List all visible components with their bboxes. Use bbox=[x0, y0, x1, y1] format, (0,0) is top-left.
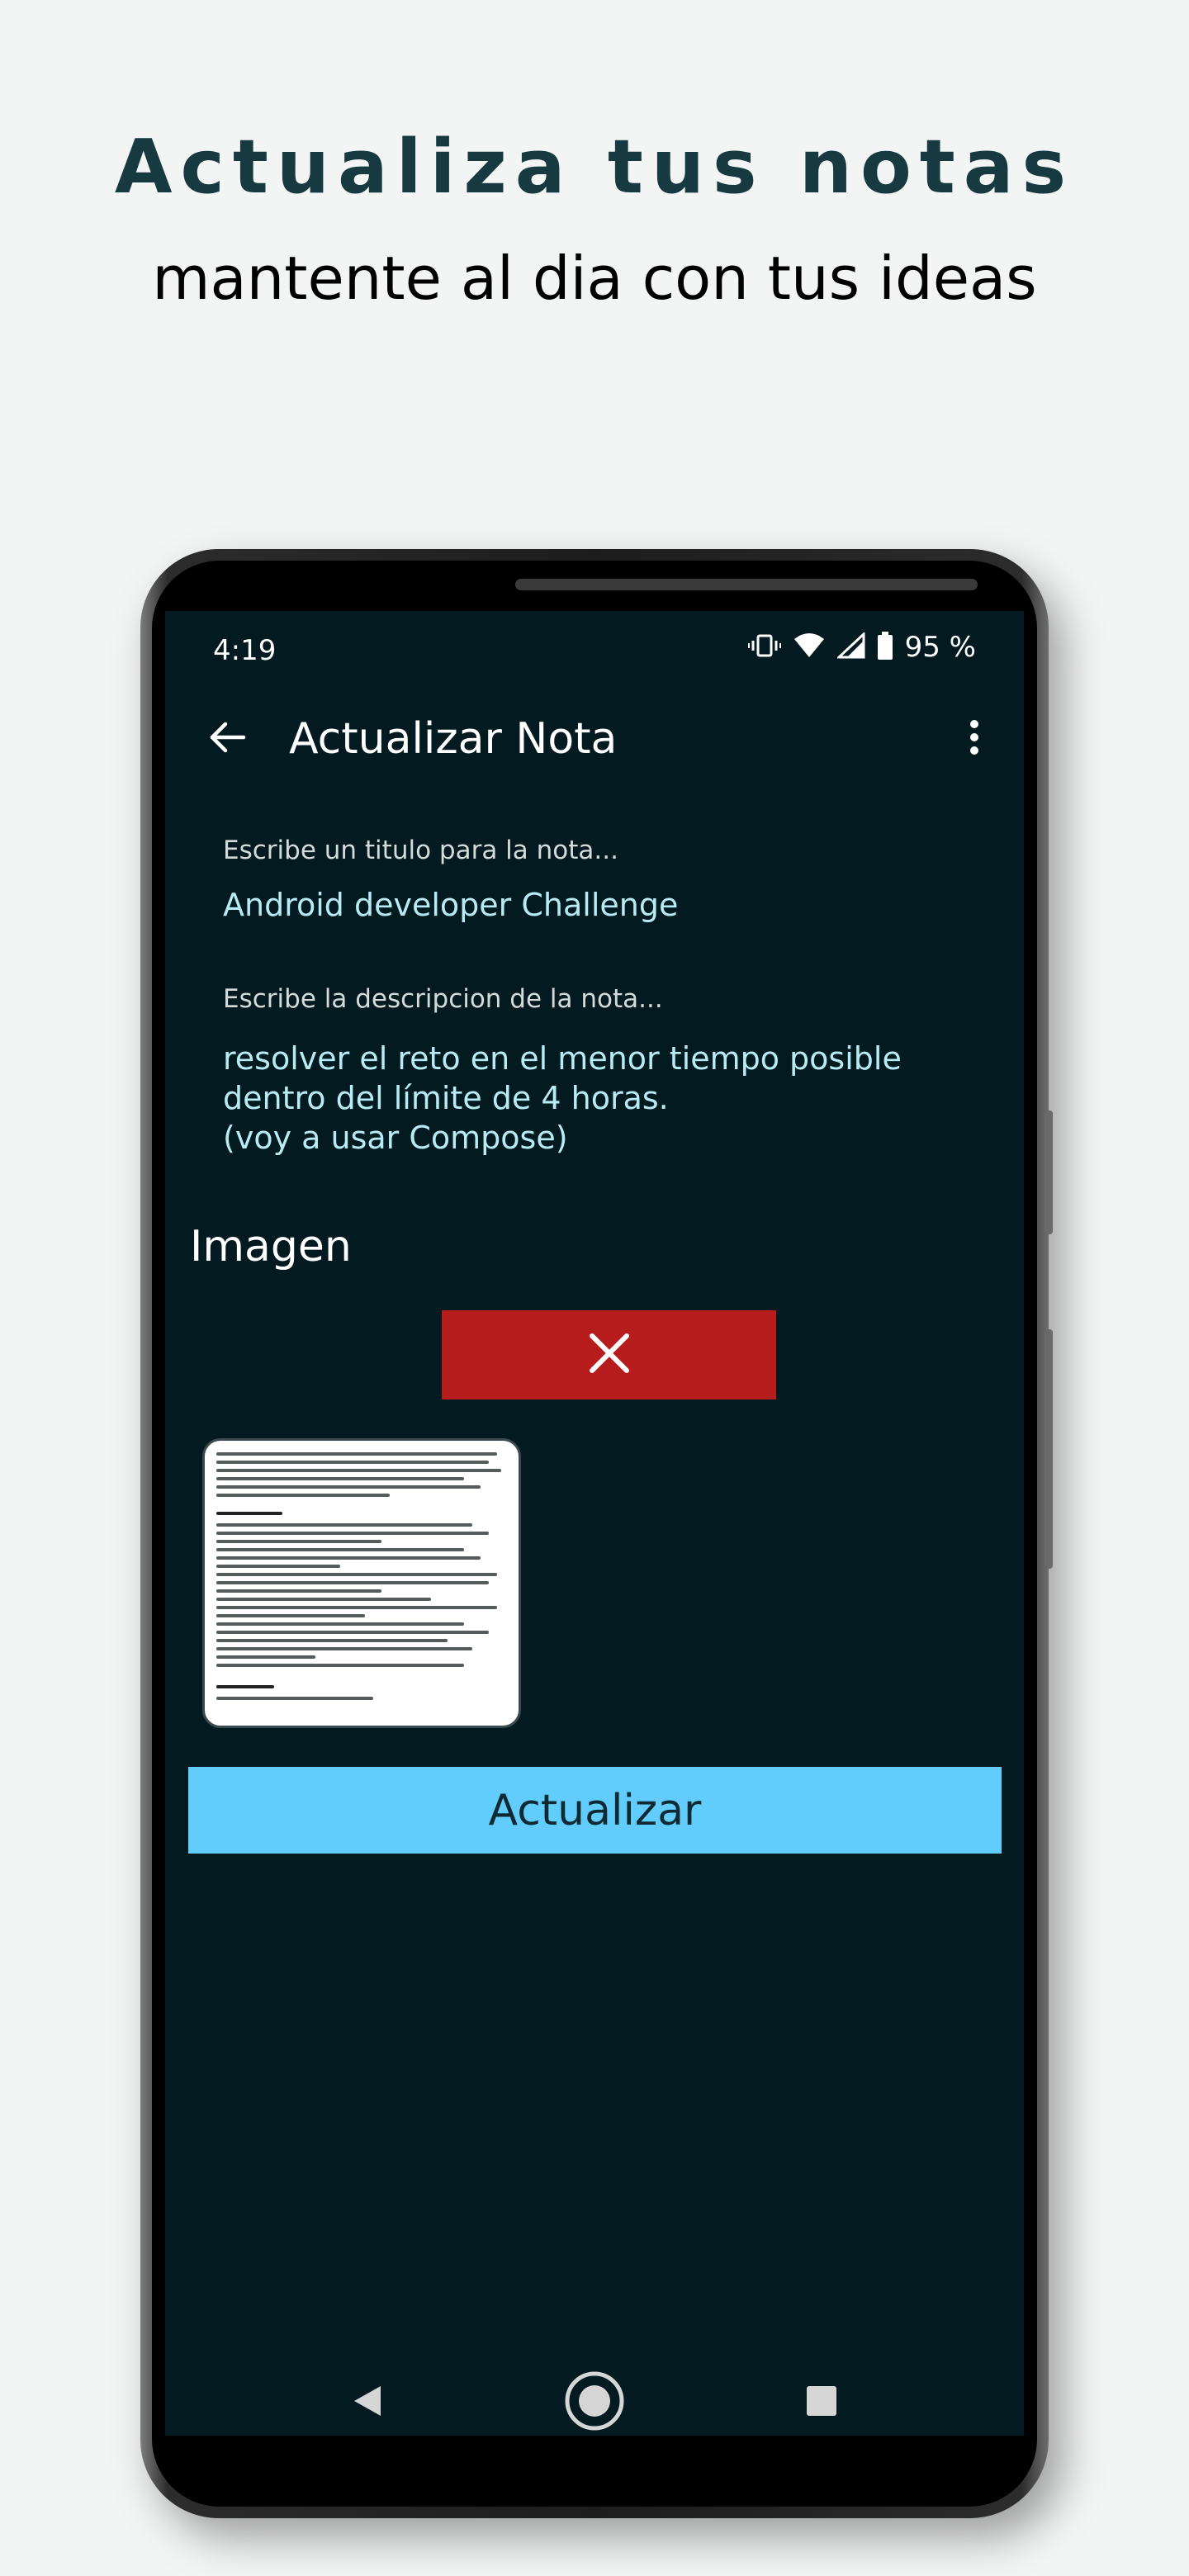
thumbnail-text-line bbox=[216, 1477, 464, 1480]
promo-headline: Actualiza tus notas bbox=[114, 124, 1075, 211]
thumbnail-text-line bbox=[216, 1581, 489, 1584]
more-vert-icon bbox=[969, 719, 980, 759]
app-bar-title: Actualizar Nota bbox=[289, 714, 618, 764]
thumbnail-text-line bbox=[216, 1614, 365, 1617]
thumbnail-text-line bbox=[216, 1647, 472, 1650]
battery-percentage: 95 % bbox=[904, 631, 976, 664]
thumbnail-text-line bbox=[216, 1461, 489, 1464]
vibrate-icon bbox=[747, 633, 781, 661]
overflow-menu-button[interactable] bbox=[950, 710, 999, 768]
thumbnail-text-line bbox=[216, 1606, 497, 1609]
thumbnail-text-line bbox=[216, 1494, 390, 1497]
nav-back-button[interactable] bbox=[330, 2370, 405, 2436]
thumbnail-text-line bbox=[216, 1589, 381, 1593]
thumbnail-text-line bbox=[216, 1573, 497, 1576]
thumbnail-heading-line bbox=[216, 1512, 282, 1515]
remove-image-button[interactable] bbox=[442, 1310, 776, 1399]
thumbnail-text-line bbox=[216, 1622, 464, 1626]
thumbnail-text-line bbox=[216, 1469, 501, 1472]
note-description-label: Escribe la descripcion de la nota... bbox=[223, 984, 663, 1014]
phone-speaker bbox=[515, 579, 978, 590]
volume-button bbox=[1045, 1110, 1053, 1234]
thumbnail-text-line bbox=[216, 1565, 340, 1568]
back-button[interactable] bbox=[198, 710, 256, 768]
thumbnail-text-line bbox=[216, 1485, 481, 1489]
wifi-icon bbox=[793, 632, 826, 662]
thumbnail-text-line bbox=[216, 1452, 497, 1456]
thumbnail-text-line bbox=[216, 1523, 472, 1527]
power-button bbox=[1045, 1329, 1053, 1569]
note-description-input[interactable]: resolver el reto en el menor tiempo posi… bbox=[223, 1039, 983, 1158]
image-section-title: Imagen bbox=[190, 1222, 352, 1271]
thumbnail-text-line bbox=[216, 1540, 381, 1543]
thumbnail-text-line bbox=[216, 1532, 489, 1535]
nav-home-icon bbox=[563, 2370, 626, 2436]
status-time: 4:19 bbox=[213, 634, 277, 667]
thumbnail-text-line bbox=[216, 1631, 489, 1634]
close-icon bbox=[587, 1331, 632, 1379]
attached-image-thumbnail[interactable] bbox=[202, 1438, 521, 1728]
thumbnail-text-line bbox=[216, 1655, 315, 1659]
nav-recents-button[interactable] bbox=[784, 2370, 859, 2436]
nav-back-icon bbox=[351, 2383, 384, 2422]
update-button[interactable]: Actualizar bbox=[188, 1767, 1002, 1854]
thumbnail-text-line bbox=[216, 1598, 431, 1601]
system-navigation-bar bbox=[165, 2370, 1024, 2436]
thumbnail-text-line bbox=[216, 1639, 448, 1642]
thumbnail-text-line bbox=[216, 1556, 481, 1560]
phone-screen: 4:19 95 % Actualizar Nota Escribe un tit… bbox=[165, 611, 1024, 2436]
thumbnail-text-line bbox=[216, 1697, 373, 1700]
battery-icon bbox=[877, 632, 893, 663]
note-title-label: Escribe un titulo para la nota... bbox=[223, 836, 618, 865]
thumbnail-heading-line bbox=[216, 1685, 274, 1688]
promo-subheadline: mantente al dia con tus ideas bbox=[152, 244, 1037, 313]
thumbnail-text-line bbox=[216, 1548, 464, 1551]
nav-home-button[interactable] bbox=[557, 2370, 632, 2436]
signal-icon bbox=[835, 631, 865, 662]
thumbnail-text-line bbox=[216, 1664, 464, 1667]
back-arrow-icon bbox=[207, 721, 247, 757]
nav-recents-icon bbox=[805, 2384, 838, 2421]
status-icons: 95 % bbox=[747, 629, 976, 665]
note-title-input[interactable]: Android developer Challenge bbox=[223, 885, 678, 925]
